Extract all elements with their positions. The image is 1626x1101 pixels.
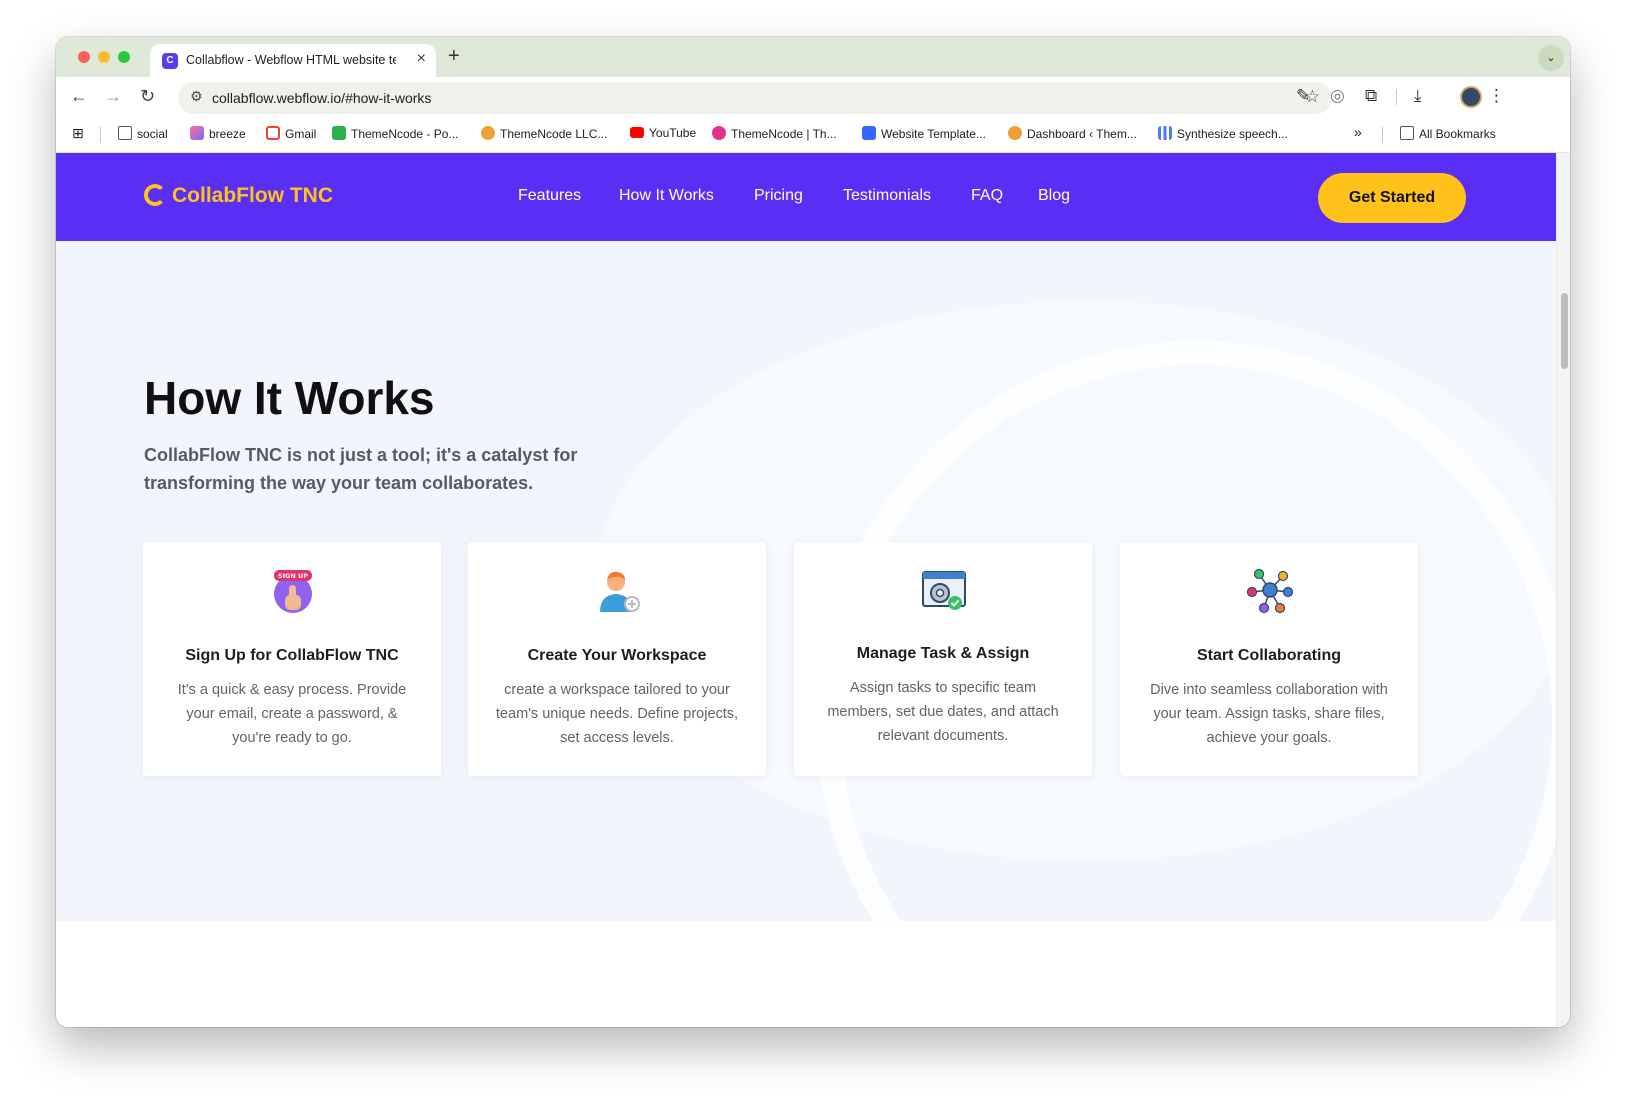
dashboard-icon (1008, 126, 1022, 140)
browser-tab[interactable]: C Collabflow - Webflow HTML website temp… (150, 44, 436, 77)
team-network-icon (1247, 568, 1293, 614)
add-user-icon (600, 571, 640, 612)
signup-badge-text: SIGN UP (278, 572, 308, 580)
apps-grid-icon[interactable]: ⊞ (72, 125, 84, 142)
signup-icon: SIGN UP (274, 570, 312, 613)
minimize-window-button[interactable] (98, 51, 110, 63)
card-text: It's a quick & easy process. Provide you… (177, 682, 407, 746)
site-logo[interactable]: CollabFlow TNC (144, 184, 333, 208)
url-text[interactable]: collabflow.webflow.io/#how-it-works (212, 90, 431, 106)
new-tab-icon[interactable]: + (448, 45, 460, 68)
more-bookmarks-chevron-icon[interactable]: » (1354, 124, 1362, 140)
page-viewport: CollabFlow TNC Features How It Works Pri… (56, 153, 1556, 1027)
themencode-th-icon (712, 126, 726, 140)
bookmark-dashboard[interactable]: Dashboard ‹ Them... (1008, 126, 1137, 141)
themencode-llc-icon (481, 126, 495, 140)
get-started-button[interactable]: Get Started (1318, 173, 1466, 223)
eyedropper-extension-icon[interactable]: ✎ (1296, 86, 1310, 106)
folder-icon (118, 126, 132, 140)
tab-strip: C Collabflow - Webflow HTML website temp… (56, 37, 1570, 77)
nav-link-faq[interactable]: FAQ (971, 187, 1003, 205)
section-subtitle: CollabFlow TNC is not just a tool; it's … (144, 445, 578, 493)
bookmarks-bar: ⊞ social breeze Gmail ThemeNcode - Po...… (56, 117, 1570, 153)
collabflow-favicon-icon: C (162, 53, 178, 69)
bookmark-divider (1382, 127, 1383, 143)
toolbar-divider (1396, 89, 1397, 105)
bookmark-gmail[interactable]: Gmail (266, 126, 316, 141)
extensions-puzzle-icon[interactable]: ⧉ (1365, 86, 1377, 106)
site-info-icon[interactable]: ⚙ (190, 88, 203, 105)
downloads-icon[interactable]: ⤓ (1414, 86, 1422, 106)
task-settings-icon (922, 571, 966, 610)
themencode-icon (332, 126, 346, 140)
more-menu-icon[interactable]: ⋮ (1488, 86, 1505, 106)
bookmark-youtube[interactable]: YouTube (630, 126, 696, 140)
forward-arrow-icon[interactable]: → (104, 86, 122, 107)
speech-icon (1158, 126, 1172, 140)
card-text: create a workspace tailored to your team… (495, 682, 739, 746)
bookmark-divider (100, 127, 101, 143)
nav-link-how-it-works[interactable]: How It Works (619, 187, 714, 205)
bookmark-social[interactable]: social (118, 126, 168, 141)
tab-title: Collabflow - Webflow HTML website templa… (186, 53, 396, 67)
how-it-works-section: How It Works CollabFlow TNC is not just … (56, 241, 1556, 921)
card-title: Sign Up for CollabFlow TNC (185, 647, 399, 664)
nav-link-features[interactable]: Features (518, 187, 581, 205)
card-title: Manage Task & Assign (856, 645, 1030, 662)
gmail-icon (266, 126, 280, 140)
card-text: Dive into seamless collaboration with yo… (1150, 682, 1388, 746)
maximize-window-button[interactable] (118, 51, 130, 63)
step-card-manage-task: Manage Task & Assign Assign tasks to spe… (794, 542, 1092, 776)
browser-toolbar: ← → ↻ ⚙ collabflow.webflow.io/#how-it-wo… (56, 77, 1570, 117)
bookmark-themencode-po[interactable]: ThemeNcode - Po... (332, 126, 458, 141)
scrollbar-thumb[interactable] (1561, 293, 1568, 369)
section-title: How It Works (144, 372, 435, 424)
step-card-workspace: Create Your Workspace create a workspace… (468, 542, 766, 776)
site-navbar: CollabFlow TNC Features How It Works Pri… (56, 153, 1556, 241)
youtube-icon (630, 127, 644, 138)
bookmark-synthesize-speech[interactable]: Synthesize speech... (1158, 126, 1288, 141)
grammarly-extension-icon[interactable]: ◎ (1330, 86, 1345, 106)
address-bar[interactable]: ⚙ collabflow.webflow.io/#how-it-works ☆ (178, 82, 1332, 114)
bookmark-themencode-th[interactable]: ThemeNcode | Th... (712, 126, 837, 141)
bookmark-themencode-llc[interactable]: ThemeNcode LLC... (481, 126, 607, 141)
tab-search-chevron-icon[interactable]: ⌄ (1538, 45, 1564, 71)
all-bookmarks-folder[interactable]: All Bookmarks (1400, 126, 1496, 141)
profile-avatar[interactable] (1460, 86, 1482, 108)
step-card-signup: SIGN UP Sign Up for CollabFlow TNC It's … (143, 542, 441, 776)
browser-window: C Collabflow - Webflow HTML website temp… (56, 37, 1570, 1027)
close-tab-icon[interactable]: × (417, 50, 426, 68)
page-scrollbar[interactable] (1556, 153, 1570, 1027)
close-window-button[interactable] (78, 51, 90, 63)
bookmark-website-template[interactable]: Website Template... (862, 126, 986, 141)
step-card-collaborate: Start Collaborating Dive into seamless c… (1120, 542, 1418, 776)
breeze-icon (190, 126, 204, 140)
webflow-icon (862, 126, 876, 140)
back-arrow-icon[interactable]: ← (70, 86, 88, 107)
nav-link-blog[interactable]: Blog (1038, 187, 1070, 205)
nav-link-testimonials[interactable]: Testimonials (843, 187, 931, 205)
bookmark-breeze[interactable]: breeze (190, 126, 246, 141)
card-title: Create Your Workspace (527, 647, 707, 664)
logo-mark-icon (144, 184, 166, 206)
card-title: Start Collaborating (1196, 647, 1341, 664)
reload-icon[interactable]: ↻ (140, 86, 155, 107)
folder-icon (1400, 126, 1414, 140)
card-text: Assign tasks to specific team members, s… (827, 680, 1059, 744)
nav-link-pricing[interactable]: Pricing (754, 187, 803, 205)
